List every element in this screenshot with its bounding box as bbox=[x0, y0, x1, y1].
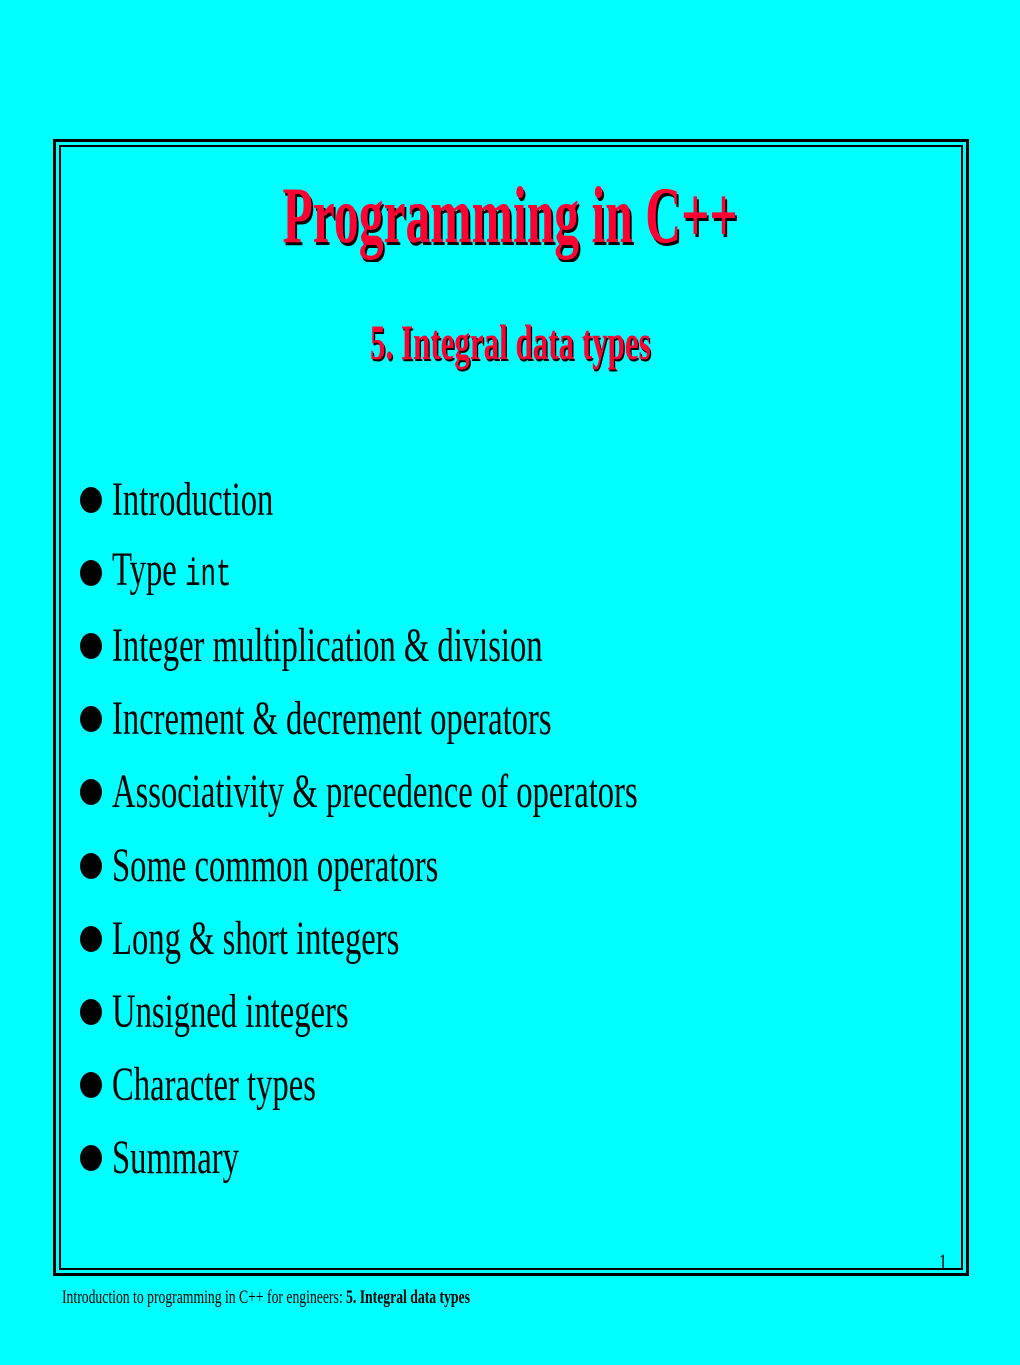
footer-chapter: 5. Integral data types bbox=[346, 1287, 470, 1308]
bullet-icon bbox=[80, 1145, 102, 1172]
slide-title: Programming in C++ bbox=[282, 172, 738, 260]
bullet-code: int bbox=[184, 553, 232, 597]
page-number: 1 bbox=[938, 1249, 947, 1274]
bullet-text: Some common operators bbox=[112, 838, 439, 892]
bullet-icon bbox=[80, 559, 102, 586]
bullet-item: Summary bbox=[80, 1122, 885, 1195]
bullet-text: Unsigned integers bbox=[112, 984, 349, 1038]
bullet-icon bbox=[80, 706, 102, 733]
bullet-text: Character types bbox=[112, 1058, 316, 1112]
bullet-item: Integer multiplication & division bbox=[80, 609, 885, 682]
subtitle-wrap: 5. Integral data types bbox=[0, 317, 1020, 367]
title-wrap: Programming in C++ bbox=[0, 176, 1020, 256]
bullet-text: Type bbox=[112, 542, 185, 596]
bullet-text: Introduction bbox=[112, 472, 274, 526]
bullet-item: Character types bbox=[80, 1049, 885, 1122]
bullet-item: Unsigned integers bbox=[80, 975, 885, 1048]
bullet-item: Introduction bbox=[80, 463, 885, 536]
bullet-icon bbox=[80, 486, 102, 513]
bullet-text: Associativity & precedence of operators bbox=[112, 765, 638, 819]
slide-subtitle: 5. Integral data types bbox=[369, 314, 651, 370]
bullet-item: Increment & decrement operators bbox=[80, 683, 885, 756]
bullet-list: Introduction Type int Integer multiplica… bbox=[80, 463, 885, 1195]
bullet-icon bbox=[80, 925, 102, 952]
bullet-text: Integer multiplication & division bbox=[112, 618, 543, 672]
bullet-icon bbox=[80, 632, 102, 659]
bullet-text: Long & short integers bbox=[112, 911, 400, 965]
bullet-icon bbox=[80, 852, 102, 879]
bullet-item: Type int bbox=[80, 536, 885, 609]
bullet-icon bbox=[80, 779, 102, 806]
bullet-item: Long & short integers bbox=[80, 902, 885, 975]
footer-prefix: Introduction to programming in C++ for e… bbox=[62, 1287, 347, 1308]
footer: Introduction to programming in C++ for e… bbox=[62, 1287, 470, 1309]
bullet-text-wrap: Type int bbox=[112, 542, 232, 602]
bullet-icon bbox=[80, 1072, 102, 1099]
bullet-text: Summary bbox=[112, 1131, 239, 1185]
bullet-icon bbox=[80, 998, 102, 1025]
bullet-text: Increment & decrement operators bbox=[112, 692, 552, 746]
bullet-item: Some common operators bbox=[80, 829, 885, 902]
bullet-item: Associativity & precedence of operators bbox=[80, 756, 885, 829]
